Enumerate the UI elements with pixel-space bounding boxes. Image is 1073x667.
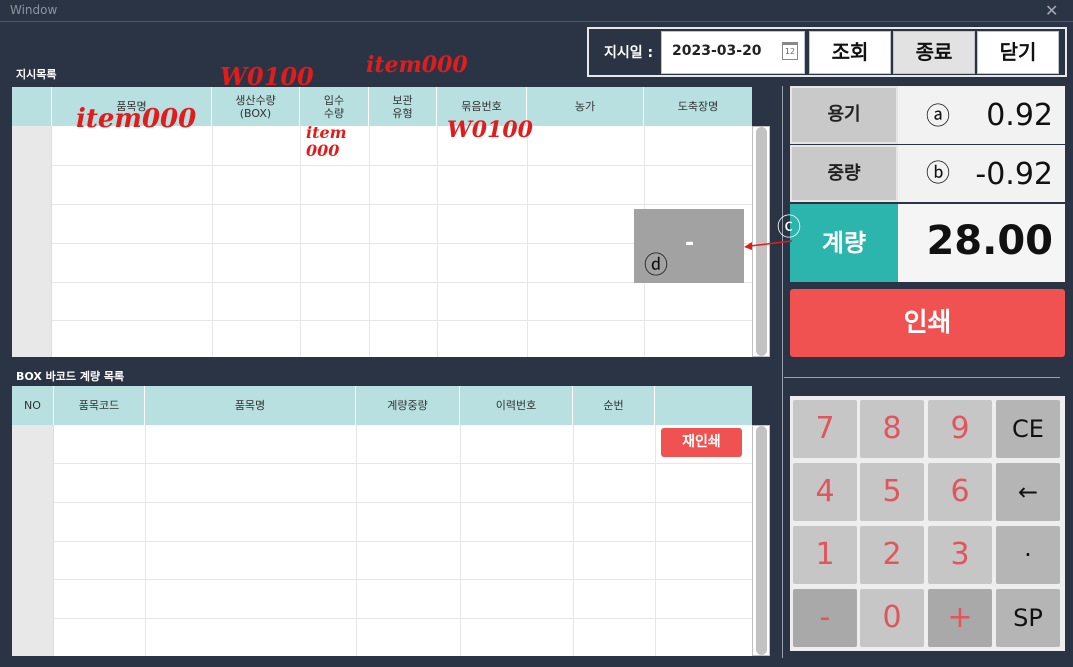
- container-value-box: ⓐ 0.92: [898, 86, 1065, 144]
- weight-label[interactable]: 중량: [790, 145, 898, 202]
- box-table-header: NO 품목코드 품목명 계량중량 이력번호 순번: [12, 386, 752, 425]
- col-slaughterhouse[interactable]: 도축장명: [644, 87, 752, 126]
- annotation-value: -: [685, 231, 695, 256]
- annotation-box: - ⓓ: [634, 209, 744, 283]
- col-production-qty[interactable]: 생산수량 (BOX): [212, 87, 300, 126]
- key-8[interactable]: 8: [860, 400, 924, 458]
- key-0[interactable]: 0: [860, 589, 924, 647]
- date-value: 2023-03-20: [672, 43, 762, 59]
- col-item-code[interactable]: 품목코드: [54, 386, 145, 425]
- row-header-column: [12, 126, 52, 357]
- box-list-title: BOX 바코드 계량 목록: [16, 370, 125, 383]
- window-title: Window: [10, 3, 58, 17]
- col-no[interactable]: NO: [12, 386, 54, 425]
- key-6[interactable]: 6: [928, 463, 992, 521]
- weight-value-box: ⓑ -0.92: [898, 145, 1065, 202]
- box-scrollbar[interactable]: [752, 425, 770, 656]
- close-icon[interactable]: ✕: [1045, 1, 1058, 20]
- panel-separator: [784, 377, 1060, 378]
- col-trace-no[interactable]: 이력번호: [460, 386, 573, 425]
- container-label[interactable]: 용기: [790, 86, 898, 144]
- measure-label[interactable]: 계량: [790, 204, 898, 282]
- key-9[interactable]: 9: [928, 400, 992, 458]
- measure-value: 28.00: [926, 218, 1053, 264]
- key-4[interactable]: 4: [793, 463, 857, 521]
- keypad: 7 8 9 CE 4 5 6 ← 1 2 3 · - 0 + SP: [790, 396, 1065, 651]
- col-item-name[interactable]: 품목명: [145, 386, 356, 425]
- row-header-column: [12, 425, 54, 656]
- key-dot[interactable]: ·: [996, 526, 1060, 584]
- arrow-icon: [744, 240, 793, 250]
- panel-divider: [782, 86, 783, 658]
- annotation-pack: item 000: [306, 123, 347, 160]
- calendar-icon[interactable]: 12: [782, 42, 798, 60]
- key-7[interactable]: 7: [793, 400, 857, 458]
- marker-b: ⓑ: [926, 159, 950, 187]
- key-2[interactable]: 2: [860, 526, 924, 584]
- key-1[interactable]: 1: [793, 526, 857, 584]
- col-measured-weight[interactable]: 계량중량: [356, 386, 460, 425]
- marker-a: ⓐ: [926, 102, 950, 130]
- title-bar: Window ✕: [0, 0, 1073, 22]
- annotation-production: W0100: [220, 62, 314, 91]
- instruction-list-title: 지시목록: [16, 68, 57, 81]
- col-storage-type[interactable]: 보관 유형: [369, 87, 437, 126]
- annotation-item-name: item000: [76, 104, 197, 134]
- search-button[interactable]: 조회: [809, 31, 891, 74]
- date-label: 지시일 :: [604, 45, 654, 61]
- key-3[interactable]: 3: [928, 526, 992, 584]
- key-5[interactable]: 5: [860, 463, 924, 521]
- col-pack-qty[interactable]: 입수 수량: [300, 87, 369, 126]
- measure-value-box: 28.00: [898, 204, 1065, 282]
- print-button[interactable]: 인쇄: [790, 289, 1065, 357]
- box-table[interactable]: NO 품목코드 품목명 계량중량 이력번호 순번: [12, 386, 752, 656]
- scroll-thumb[interactable]: [756, 426, 767, 655]
- key-backspace[interactable]: ←: [996, 463, 1060, 521]
- end-button[interactable]: 종료: [893, 31, 975, 74]
- col-seq[interactable]: 순번: [573, 386, 655, 425]
- key-ce[interactable]: CE: [996, 400, 1060, 458]
- weight-value: -0.92: [975, 157, 1053, 192]
- container-value: 0.92: [986, 98, 1053, 133]
- marker-d: ⓓ: [644, 251, 668, 279]
- reprint-button[interactable]: 재인쇄: [661, 428, 742, 457]
- key-sp[interactable]: SP: [996, 589, 1060, 647]
- col-farm[interactable]: 농가: [527, 87, 644, 126]
- annotation-top: item000: [366, 52, 468, 78]
- key-plus[interactable]: +: [928, 589, 992, 647]
- close-button[interactable]: 닫기: [977, 31, 1059, 74]
- marker-c: ⓒ: [777, 213, 801, 241]
- annotation-bundle: W0100: [447, 117, 533, 143]
- key-minus[interactable]: -: [793, 589, 857, 647]
